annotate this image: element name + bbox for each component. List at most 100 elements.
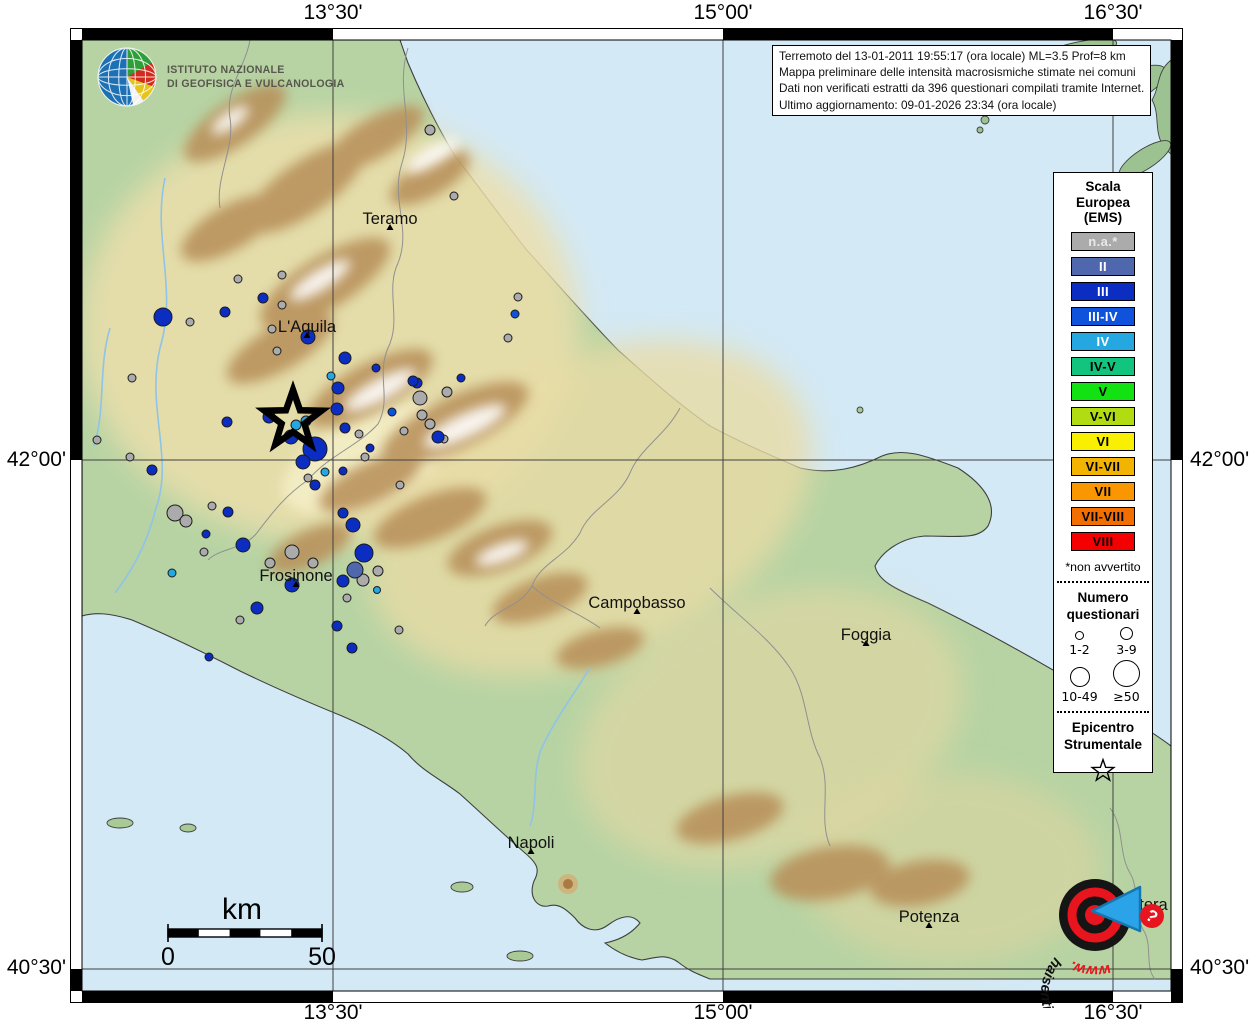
ingv-globe-icon (97, 47, 157, 107)
intensity-dot-na (372, 565, 384, 577)
intensity-dot-III (336, 574, 350, 588)
svg-text:www.: www. (1067, 957, 1112, 979)
axis-label-top: 16°30' (1083, 1, 1143, 24)
legend-class-II: II (1071, 256, 1135, 276)
intensity-dot-III (407, 375, 419, 387)
scale-bar-start: 0 (161, 943, 175, 971)
intensity-dot-na (179, 514, 193, 528)
intensity-dot-III (204, 652, 214, 662)
size-key-label: ≥50 (1113, 688, 1140, 704)
intensity-dot-III-IV (510, 309, 520, 319)
intensity-dot-na (284, 544, 300, 560)
intensity-dot-III (222, 506, 234, 518)
legend-class-VI-VII: VI-VII (1071, 456, 1135, 476)
intensity-dot-na (277, 300, 287, 310)
intensity-dot-na (199, 547, 209, 557)
haisentitoilterremoto-logo: haisentitoilterremoto.it www. ? (1037, 879, 1164, 1008)
macroseismic-map-page: Teramo L'Aquila Frosinone Campobasso Foggia N… (0, 0, 1256, 1024)
intensity-dot-na (233, 274, 243, 284)
info-line-event: Terremoto del 13-01-2011 19:55:17 (ora l… (779, 49, 1126, 63)
intensity-dot-III (456, 373, 466, 383)
intensity-dot-na (272, 346, 282, 356)
axis-label-bottom: 15°00' (693, 1001, 753, 1024)
brand-text-prefix: www. (1067, 957, 1112, 979)
intensity-dot-IV (167, 568, 177, 578)
intensity-dot-III (371, 363, 381, 373)
intensity-dot-III (331, 620, 343, 632)
legend-class-VIII: VIII (1071, 531, 1135, 551)
intensity-dot-na (92, 435, 102, 445)
intensity-dot-na (441, 386, 453, 398)
intensity-dot-III (339, 422, 351, 434)
city-label: Napoli (508, 834, 555, 852)
size-key-item: 1-2 (1056, 627, 1103, 657)
intensity-dot-na (513, 292, 523, 302)
intensity-dot-III (346, 642, 358, 654)
intensity-dot-III (338, 466, 348, 476)
ingv-name-line1: ISTITUTO NAZIONALE (167, 64, 285, 76)
city-label: Campobasso (588, 594, 685, 612)
intensity-dot-III (295, 454, 311, 470)
info-line-map-type: Mappa preliminare delle intensità macros… (779, 65, 1136, 80)
intensity-dot-na (424, 124, 436, 136)
info-line-updated: Ultimo aggiornamento: 09-01-2026 23:34 (… (779, 97, 1057, 112)
legend-class-V-VI: V-VI (1071, 406, 1135, 426)
scale-bar-unit: km (222, 893, 262, 926)
axis-label-left: 40°30' (6, 956, 66, 979)
intensity-dot-na (424, 418, 436, 430)
intensity-dot-na (235, 615, 245, 625)
intensity-dot-IV (373, 586, 381, 594)
size-key-item: 3-9 (1103, 626, 1150, 657)
intensity-dot-na (342, 593, 352, 603)
size-key-label: 3-9 (1116, 641, 1137, 657)
intensity-dot-III (338, 351, 352, 365)
intensity-dot-III (235, 537, 251, 553)
size-key-label: 10-49 (1061, 688, 1098, 704)
epicenter-key-title: Epicentro Strumentale (1063, 719, 1143, 752)
intensity-dot-II (346, 561, 364, 579)
intensity-dot-na (127, 373, 137, 383)
intensity-dot-na (185, 317, 195, 327)
legend-class-IV-V: IV-V (1071, 356, 1135, 376)
intensity-dot-III (257, 292, 269, 304)
intensity-dot-III (354, 543, 374, 563)
legend-class-V: V (1071, 381, 1135, 401)
intensity-dot-na (394, 625, 404, 635)
intensity-dot-III (337, 507, 349, 519)
axis-label-top: 13°30' (303, 1, 363, 24)
city-label: L'Aquila (278, 318, 337, 336)
intensity-dot-III (309, 479, 321, 491)
questionnaire-count-title: Numero questionari (1066, 589, 1140, 622)
legend-class-VI: VI (1071, 431, 1135, 451)
size-key-item: 10-49 (1056, 660, 1103, 704)
city-label: Foggia (841, 626, 892, 644)
size-key-circle (1120, 626, 1133, 640)
legend-class-n.a.*: n.a.* (1071, 231, 1135, 251)
intensity-dot-na (360, 452, 370, 462)
scale-bar-end: 50 (308, 943, 336, 971)
intensity-dot-IV (326, 371, 336, 381)
axis-label-right: 42°00' (1190, 448, 1250, 471)
questionnaire-size-key: 1-2 3-9 10-49 ≥50 (1054, 623, 1152, 704)
intensity-dot-na (395, 480, 405, 490)
intensity-dot-III (345, 517, 361, 533)
intensity-dot-III (221, 416, 233, 428)
legend-class-VII-VIII: VII-VIII (1071, 506, 1135, 526)
legend-class-IV: IV (1071, 331, 1135, 351)
legend-intensity-classes: n.a.* II III III-IV IV IV-V V V-VI VI VI-VII VII VI… (1054, 231, 1152, 551)
legend-footnote: *non avvertito (1065, 559, 1141, 574)
epicenter-star-icon (1054, 756, 1152, 790)
intensity-dot-III (250, 601, 264, 615)
ingv-name: ISTITUTO NAZIONALE DI GEOFISICA E VULCAN… (167, 63, 345, 91)
size-key-circle (1075, 630, 1084, 640)
intensity-dot-na (399, 426, 409, 436)
intensity-dot-III (153, 307, 173, 327)
size-key-circle (1069, 666, 1090, 687)
ingv-logo-block: ISTITUTO NAZIONALE DI GEOFISICA E VULCAN… (96, 46, 352, 108)
legend-divider (1057, 710, 1149, 713)
size-key-circle (1113, 659, 1140, 687)
size-key-label: 1-2 (1069, 641, 1090, 657)
intensity-dot-na (503, 333, 513, 343)
intensity-dot-III (331, 381, 345, 395)
intensity-dot-III (365, 443, 375, 453)
